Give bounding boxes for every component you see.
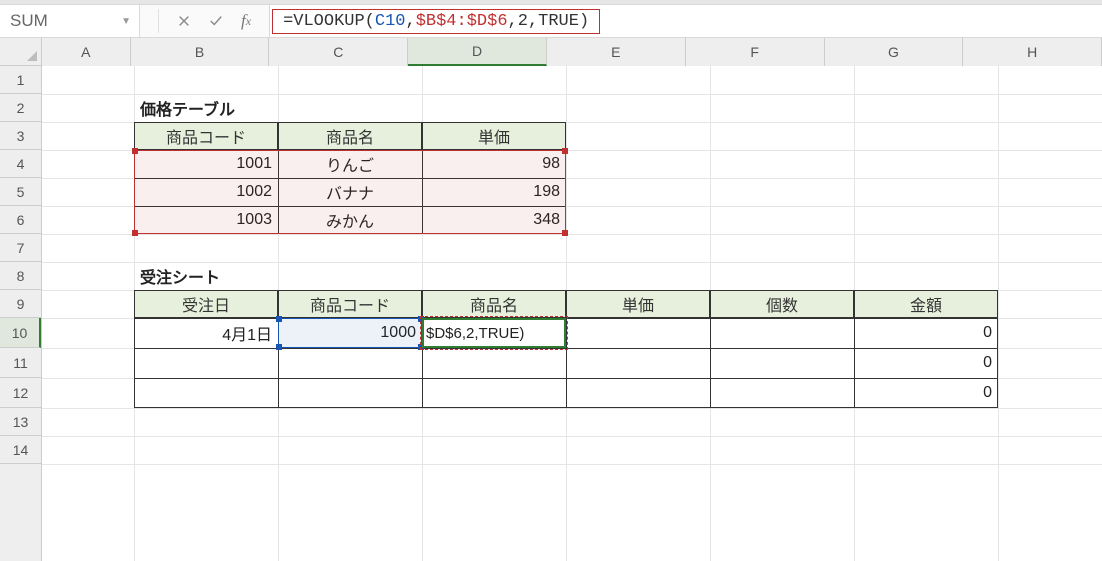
row-header-9[interactable]: 9 — [0, 290, 41, 318]
enter-check-icon[interactable] — [209, 14, 223, 28]
row-header-3[interactable]: 3 — [0, 122, 41, 150]
row-header-2[interactable]: 2 — [0, 94, 41, 122]
column-header-E[interactable]: E — [547, 38, 686, 66]
order-date[interactable]: 4月1日 — [134, 318, 278, 348]
column-header-B[interactable]: B — [131, 38, 270, 66]
order-header-1[interactable]: 商品コード — [278, 290, 422, 318]
order-header-0[interactable]: 受注日 — [134, 290, 278, 318]
formula-token: =VLOOKUP( — [283, 12, 375, 31]
order-sheet-title[interactable]: 受注シート — [134, 262, 422, 290]
cell-grid[interactable]: 価格テーブル商品コード商品名単価1001りんご981002バナナ1981003み… — [42, 66, 1102, 561]
order-qty[interactable] — [710, 378, 854, 408]
cell-editing-text[interactable]: $D$6,2,TRUE) — [422, 318, 566, 348]
order-price[interactable] — [566, 318, 710, 348]
price-table-title[interactable]: 価格テーブル — [134, 94, 422, 122]
table-line — [134, 206, 566, 207]
row-header-13[interactable]: 13 — [0, 408, 41, 436]
formula-token: ) — [579, 12, 589, 31]
order-header-3[interactable]: 単価 — [566, 290, 710, 318]
order-date[interactable] — [134, 348, 278, 378]
order-qty[interactable] — [710, 318, 854, 348]
formula-ref1: C10 — [375, 12, 406, 31]
row-header-5[interactable]: 5 — [0, 178, 41, 206]
column-header-H[interactable]: H — [963, 38, 1102, 66]
row-header-1[interactable]: 1 — [0, 66, 41, 94]
spreadsheet[interactable]: ABCDEFGH 1234567891011121314 価格テーブル商品コード… — [0, 38, 1102, 561]
order-name[interactable] — [422, 378, 566, 408]
price-header-1[interactable]: 商品名 — [278, 122, 422, 150]
order-price[interactable] — [566, 378, 710, 408]
select-all-corner[interactable] — [0, 38, 42, 66]
order-amount[interactable]: 0 — [854, 318, 998, 348]
order-header-2[interactable]: 商品名 — [422, 290, 566, 318]
cancel-icon[interactable] — [177, 14, 191, 28]
chevron-down-icon[interactable]: ▼ — [121, 16, 131, 27]
column-header-D[interactable]: D — [408, 38, 547, 66]
formula-bar-buttons: fx — [140, 5, 270, 37]
column-header-C[interactable]: C — [269, 38, 408, 66]
row-header-8[interactable]: 8 — [0, 262, 41, 290]
name-box-value: SUM — [10, 11, 48, 31]
order-date[interactable] — [134, 378, 278, 408]
table-line — [422, 150, 423, 234]
fx-icon[interactable]: fx — [241, 11, 251, 31]
order-header-4[interactable]: 個数 — [710, 290, 854, 318]
formula-ref2: $B$4:$D$6 — [416, 12, 508, 31]
order-amount[interactable]: 0 — [854, 378, 998, 408]
order-code[interactable] — [278, 378, 422, 408]
row-header-11[interactable]: 11 — [0, 348, 41, 378]
divider — [158, 9, 159, 33]
order-amount[interactable]: 0 — [854, 348, 998, 378]
formula-token: TRUE — [538, 12, 579, 31]
row-headers: 1234567891011121314 — [0, 66, 42, 561]
order-code[interactable]: 1000 — [278, 318, 422, 348]
order-price[interactable] — [566, 348, 710, 378]
order-code[interactable] — [278, 348, 422, 378]
column-header-F[interactable]: F — [686, 38, 825, 66]
excel-window: SUM ▼ fx =VLOOKUP(C10,$B$4:$D$6,2,TRUE) … — [0, 0, 1102, 561]
column-headers: ABCDEFGH — [42, 38, 1102, 66]
column-header-A[interactable]: A — [42, 38, 131, 66]
formula-input[interactable]: =VLOOKUP(C10,$B$4:$D$6,2,TRUE) — [270, 5, 1102, 37]
row-header-12[interactable]: 12 — [0, 378, 41, 408]
row-header-14[interactable]: 14 — [0, 436, 41, 464]
row-header-6[interactable]: 6 — [0, 206, 41, 234]
price-header-0[interactable]: 商品コード — [134, 122, 278, 150]
formula-token: , — [508, 12, 518, 31]
order-qty[interactable] — [710, 348, 854, 378]
order-name[interactable] — [422, 348, 566, 378]
row-header-10[interactable]: 10 — [0, 318, 41, 348]
formula-bar: SUM ▼ fx =VLOOKUP(C10,$B$4:$D$6,2,TRUE) — [0, 4, 1102, 38]
price-header-2[interactable]: 単価 — [422, 122, 566, 150]
order-header-5[interactable]: 金額 — [854, 290, 998, 318]
formula-token: , — [406, 12, 416, 31]
table-line — [278, 150, 279, 234]
name-box[interactable]: SUM ▼ — [0, 5, 140, 37]
formula-token: 2 — [518, 12, 528, 31]
formula-token: , — [528, 12, 538, 31]
formula-text: =VLOOKUP(C10,$B$4:$D$6,2,TRUE) — [272, 9, 600, 34]
row-header-7[interactable]: 7 — [0, 234, 41, 262]
price-table-outline — [134, 150, 566, 234]
column-header-G[interactable]: G — [825, 38, 964, 66]
row-header-4[interactable]: 4 — [0, 150, 41, 178]
table-line — [134, 178, 566, 179]
